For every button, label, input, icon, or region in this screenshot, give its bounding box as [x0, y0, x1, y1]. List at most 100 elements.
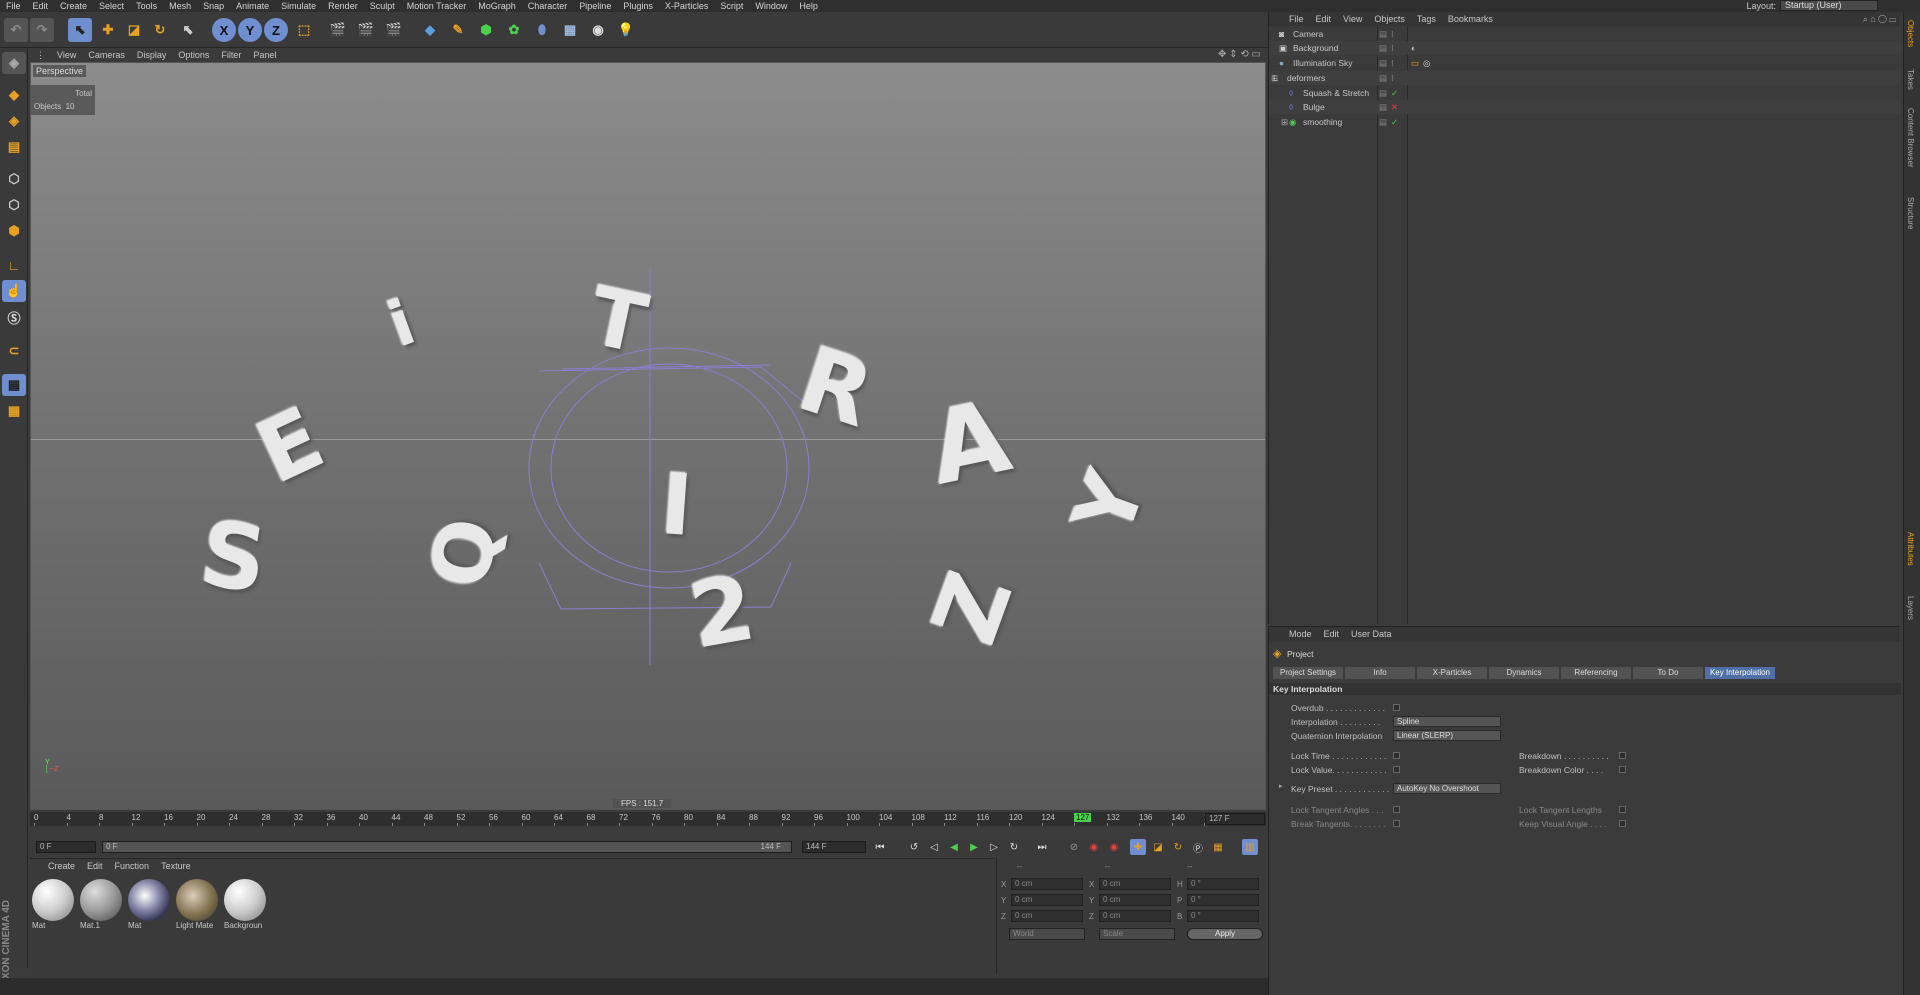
menu-item[interactable]: Help [793, 1, 824, 11]
next-key-icon[interactable]: ↻ [1006, 839, 1022, 855]
next-frame-icon[interactable]: ▷ [986, 839, 1002, 855]
size-z-field[interactable]: 0 cm [1099, 910, 1171, 922]
make-editable-icon[interactable]: ◈ [2, 52, 26, 74]
right-tab-layers[interactable]: Layers [1906, 596, 1915, 620]
frame-range-slider[interactable]: 0 F 144 F [102, 841, 792, 853]
mograph-icon[interactable]: ✿ [502, 18, 526, 42]
x-axis-lock[interactable]: X [212, 18, 236, 42]
current-frame-field[interactable]: 127 F [1205, 813, 1265, 825]
tab-x-particles[interactable]: X-Particles [1417, 667, 1487, 679]
redo-icon[interactable]: ↷ [30, 18, 54, 42]
snap-icon[interactable]: Ⓢ [2, 306, 26, 328]
y-axis-lock[interactable]: Y [238, 18, 262, 42]
object-menu-item[interactable]: Tags [1411, 14, 1442, 24]
record-disabled-icon[interactable]: ⊘ [1066, 839, 1082, 855]
menu-item[interactable]: Select [93, 1, 130, 11]
material-swatch[interactable]: Backgroun [224, 879, 268, 933]
quaternion-dropdown[interactable]: Linear (SLERP) [1393, 730, 1501, 741]
menu-item[interactable]: Tools [130, 1, 163, 11]
keep-visual-angle-checkbox[interactable] [1619, 820, 1626, 827]
attribute-menu-item[interactable]: User Data [1345, 629, 1398, 639]
workplane-icon[interactable]: ▤ [2, 136, 26, 158]
rotate-icon[interactable]: ↻ [148, 18, 172, 42]
breakdown-checkbox[interactable] [1619, 752, 1626, 759]
play-forward-icon[interactable]: ▶ [966, 839, 982, 855]
layer-toggle-icon[interactable]: ▤ [1379, 73, 1387, 84]
menu-item[interactable]: Script [714, 1, 749, 11]
menu-item[interactable]: Snap [197, 1, 230, 11]
viewport-menu-item[interactable]: View [51, 50, 82, 60]
visibility-dots-icon[interactable]: ⁝ [1391, 43, 1394, 54]
key-parameter-icon[interactable]: Ⓟ [1190, 839, 1206, 855]
world-dropdown[interactable]: World [1009, 928, 1085, 940]
expand-arrow-icon[interactable]: ▸ [1279, 782, 1283, 790]
object-row[interactable]: ◙ Camera ▤ ⁝ [1269, 27, 1901, 41]
right-tab-objects[interactable]: Objects [1906, 20, 1915, 47]
object-menu-item[interactable]: Objects [1368, 14, 1411, 24]
lock-tangent-angles-checkbox[interactable] [1393, 806, 1400, 813]
timeline-icon[interactable]: ▥ [1242, 839, 1258, 855]
lock-time-checkbox[interactable] [1393, 752, 1400, 759]
menu-item[interactable]: Sculpt [364, 1, 401, 11]
axis-mode-icon[interactable]: ∟ [2, 254, 26, 276]
model-mode-icon[interactable]: ◆ [2, 84, 26, 106]
position-z-field[interactable]: 0 cm [1011, 910, 1083, 922]
pen-icon[interactable]: ✎ [446, 18, 470, 42]
viewport-menu-item[interactable]: Filter [215, 50, 247, 60]
layer-toggle-icon[interactable]: ▤ [1379, 43, 1387, 54]
object-row[interactable]: ⊟ Ldeformers ▤ ⁝ [1269, 71, 1901, 85]
z-axis-lock[interactable]: Z [264, 18, 288, 42]
break-tangents-checkbox[interactable] [1393, 820, 1400, 827]
menu-item[interactable]: Character [522, 1, 574, 11]
layer-toggle-icon[interactable]: ▤ [1379, 58, 1387, 69]
material-menu-item[interactable]: Create [42, 861, 81, 871]
right-tab-content-browser[interactable]: Content Browser [1906, 108, 1915, 168]
viewport-menu-item[interactable]: Display [131, 50, 173, 60]
start-frame-field[interactable]: 0 F [36, 841, 96, 853]
perspective-viewport[interactable]: Perspective Total Objects 10 i T R A Y E… [30, 62, 1266, 810]
menu-item[interactable]: Mesh [163, 1, 197, 11]
points-mode-icon[interactable]: ⬡ [2, 168, 26, 190]
size-y-field[interactable]: 0 cm [1099, 894, 1171, 906]
viewport-nav-icons[interactable]: ✥ ⇕ ⟲ ▭ [1218, 49, 1261, 60]
layer-toggle-icon[interactable]: ▤ [1379, 88, 1387, 99]
menu-item[interactable]: File [0, 1, 27, 11]
position-y-field[interactable]: 0 cm [1011, 894, 1083, 906]
material-menu-item[interactable]: Function [109, 861, 156, 871]
material-menu-item[interactable]: Edit [81, 861, 109, 871]
scale-dropdown[interactable]: Scale [1099, 928, 1175, 940]
play-backward-icon[interactable]: ◀ [946, 839, 962, 855]
breakdown-color-checkbox[interactable] [1619, 766, 1626, 773]
key-preset-dropdown[interactable]: AutoKey No Overshoot [1393, 783, 1501, 794]
lock-tangent-lengths-checkbox[interactable] [1619, 806, 1626, 813]
menu-item[interactable]: Edit [27, 1, 55, 11]
go-to-end-icon[interactable]: ⏭ [1034, 839, 1050, 855]
object-menu-item[interactable]: Bookmarks [1442, 14, 1499, 24]
overdub-checkbox[interactable] [1393, 704, 1400, 711]
right-tab-structure[interactable]: Structure [1906, 197, 1915, 229]
live-selection-icon[interactable]: ⬉ [68, 18, 92, 42]
object-menu-item[interactable]: View [1337, 14, 1368, 24]
layer-toggle-icon[interactable]: ▤ [1379, 29, 1387, 40]
object-row[interactable]: ◊ Squash & Stretch ▤ ✓ [1269, 86, 1901, 100]
visibility-dots-icon[interactable]: ✓ [1391, 88, 1398, 99]
layer-toggle-icon[interactable]: ▤ [1379, 117, 1387, 128]
prev-frame-icon[interactable]: ◁ [926, 839, 942, 855]
viewport-menu-item[interactable]: Options [172, 50, 215, 60]
workplane-lock-icon[interactable]: ▦ [2, 374, 26, 396]
tab-referencing[interactable]: Referencing [1561, 667, 1631, 679]
lock-value-checkbox[interactable] [1393, 766, 1400, 773]
viewport-menu-item[interactable]: Cameras [82, 50, 131, 60]
object-menu-item[interactable]: Edit [1310, 14, 1338, 24]
menu-item[interactable]: MoGraph [472, 1, 522, 11]
material-tag-icon[interactable]: ◎ [1423, 58, 1430, 69]
render-view-icon[interactable]: 🎬 [326, 18, 350, 42]
menu-item[interactable]: Motion Tracker [401, 1, 473, 11]
scale-icon[interactable]: ◪ [122, 18, 146, 42]
recent-tool-icon[interactable]: ⬉ [176, 18, 200, 42]
menu-item[interactable]: Pipeline [573, 1, 617, 11]
visibility-dots-icon[interactable]: ⁝ [1391, 58, 1394, 69]
autokey-icon[interactable]: ◉ [1106, 839, 1122, 855]
tab-to-do[interactable]: To Do [1633, 667, 1703, 679]
menu-item[interactable]: Plugins [617, 1, 659, 11]
